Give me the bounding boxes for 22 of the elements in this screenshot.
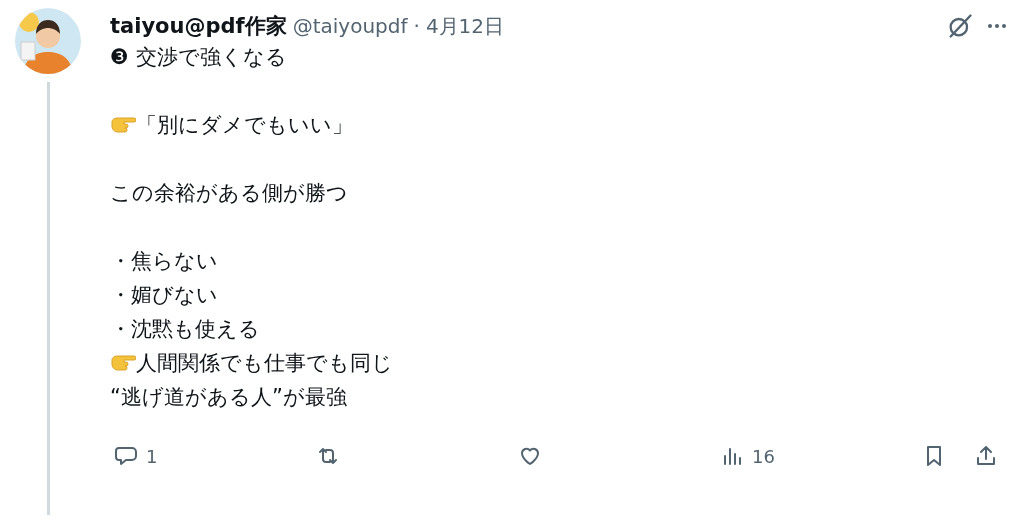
pointing-hand-icon — [110, 114, 136, 136]
count: 1 — [146, 445, 158, 467]
author-name[interactable]: taiyou@pdf作家 — [110, 12, 287, 40]
more-icon — [988, 24, 1006, 28]
speech-bubble-icon — [114, 444, 138, 468]
share-icon — [974, 444, 998, 468]
post-text-line: ・媚びない — [110, 282, 218, 309]
views-button[interactable]: 16 — [716, 440, 779, 472]
post-text-line: 人間関係でも仕事でも同じ — [136, 350, 393, 377]
post-text-line: ・焦らない — [110, 248, 218, 275]
post-text-line: ❸ 交渉で強くなる — [110, 44, 287, 71]
post-date[interactable]: 4月12日 — [425, 12, 505, 40]
post-text-line: ・沈黙も使える — [110, 316, 260, 343]
count: 16 — [752, 445, 775, 467]
post-text-line: 「別にダメでもいい」 — [136, 112, 353, 139]
reply-button[interactable]: 1 — [110, 440, 162, 472]
post-text-line: “逃げ道がある人”が最強 — [110, 384, 347, 411]
pointing-hand-icon — [110, 352, 136, 374]
author-handle[interactable]: @taiyoupdf — [292, 14, 408, 38]
post-text-line: この余裕がある側が勝つ — [110, 180, 348, 207]
separator-dot: · — [413, 14, 420, 38]
slashed-circle-icon — [946, 12, 974, 40]
